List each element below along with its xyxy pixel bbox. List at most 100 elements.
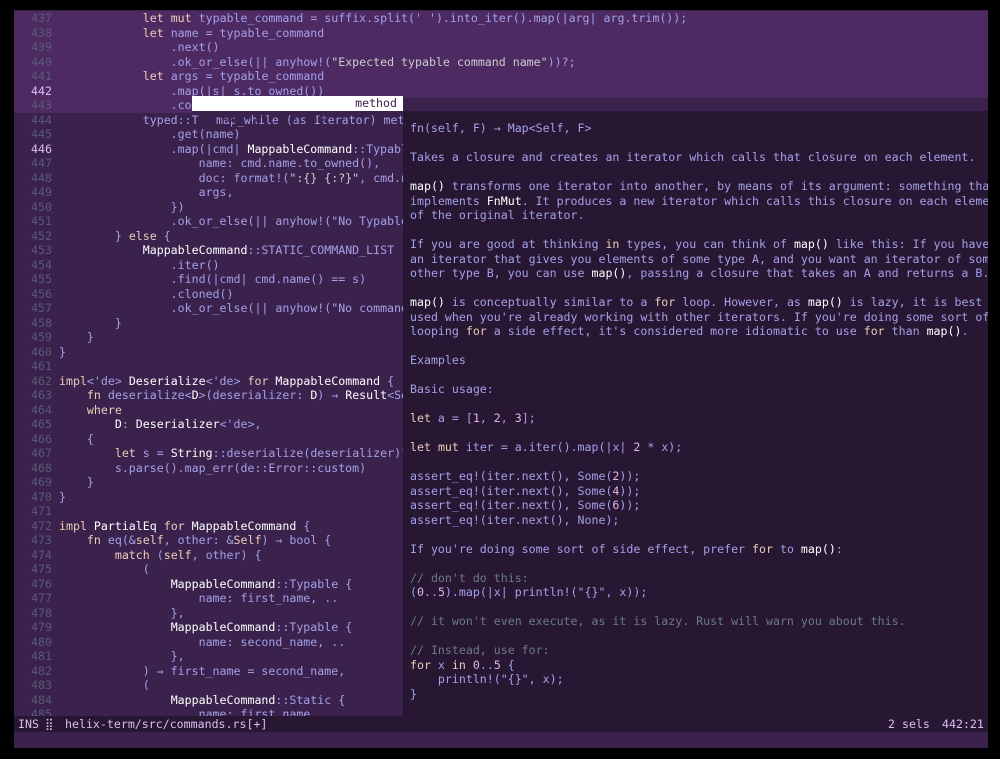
line-number: 476 [31, 576, 52, 591]
code-text[interactable]: args, [59, 185, 234, 200]
code-text[interactable]: } [59, 490, 66, 505]
line-number: 464 [31, 402, 52, 417]
code-text[interactable]: where [59, 403, 122, 418]
code-text[interactable]: let s = String::deserialize(deserializer… [59, 446, 415, 461]
lsp-spinner-icon: ⣿ [45, 717, 54, 731]
code-text[interactable]: .ok_or_else(|| anyhow!("No TypableC [59, 214, 415, 229]
doc-line: map() transforms one iterator into anoth… [410, 179, 988, 193]
line-number: 456 [31, 286, 52, 301]
code-text[interactable]: } [59, 330, 94, 345]
line-number: 472 [31, 518, 52, 533]
code-text[interactable]: MappableCommand::Typable { [59, 577, 352, 592]
code-text[interactable]: typed::T [59, 113, 199, 128]
line-number: 474 [31, 547, 52, 562]
code-text[interactable]: } [59, 316, 122, 331]
code-text[interactable]: .find(|cmd| cmd.name() == s) [59, 272, 366, 287]
line-number: 466 [31, 431, 52, 446]
line-number: 449 [31, 185, 52, 199]
code-text[interactable]: fn eq(&self, other: &Self) → bool { [59, 533, 331, 548]
doc-line: // don't do this: [410, 570, 529, 585]
code-text[interactable]: { [59, 432, 94, 447]
cursor-position: 442:21 [942, 717, 984, 731]
code-text[interactable]: }) [59, 200, 185, 215]
code-text[interactable]: .ok_or_else(|| anyhow!("No command [59, 301, 408, 316]
code-text[interactable]: .iter() [59, 258, 220, 273]
code-text[interactable]: .ok_or_else(|| anyhow!("Expected typable… [59, 55, 576, 70]
line-number: 458 [31, 315, 52, 330]
line-number: 479 [31, 620, 52, 634]
code-text[interactable]: } else { [59, 229, 171, 244]
doc-line: other type B, you can use map(), passing… [410, 266, 988, 280]
code-line[interactable]: 437 let mut typable_command = suffix.spl… [14, 11, 988, 26]
code-text[interactable]: name: first_name, .. [59, 707, 339, 716]
code-line[interactable]: 441 let args = typable_command [14, 69, 988, 84]
code-text[interactable]: match (self, other) { [59, 548, 262, 563]
code-text[interactable]: let mut typable_command = suffix.split('… [59, 11, 687, 26]
line-number: 478 [31, 605, 52, 620]
line-number: 467 [31, 446, 52, 460]
code-text[interactable]: MappableCommand::STATIC_COMMAND_LIST [59, 243, 394, 258]
line-number: 445 [31, 127, 52, 141]
code-text[interactable]: MappableCommand::Static { [59, 693, 346, 708]
code-text[interactable]: }, [59, 649, 185, 664]
line-number: 483 [31, 678, 52, 692]
line-number: 439 [31, 40, 52, 54]
code-text[interactable]: impl<'de> Deserialize<'de> for MappableC… [59, 374, 394, 389]
code-text[interactable]: D: Deserializer<'de>, [59, 417, 262, 432]
code-line[interactable]: 440 .ok_or_else(|| anyhow!("Expected typ… [14, 54, 988, 70]
line-number: 455 [31, 272, 52, 286]
code-text[interactable]: doc: format!(":{} {:?}", cmd.na [59, 171, 415, 186]
code-text[interactable]: name: first_name, .. [59, 591, 339, 606]
helix-editor-window: 437 let mut typable_command = suffix.spl… [14, 10, 988, 748]
line-number: 473 [31, 533, 52, 547]
code-text[interactable]: let args = typable_command [59, 69, 325, 84]
code-text[interactable]: .map(|cmd| MappableCommand::Typable [59, 142, 415, 157]
line-number: 477 [31, 591, 52, 605]
line-number: 453 [31, 243, 52, 257]
code-text[interactable]: ( [59, 562, 150, 577]
status-line: INS ⣿ helix-term/src/commands.rs[+] 2 se… [14, 716, 988, 732]
line-number: 469 [31, 475, 52, 489]
code-text[interactable]: } [59, 475, 94, 490]
line-number: 468 [31, 460, 52, 475]
code-text[interactable]: let name = typable_command [59, 26, 325, 41]
doc-line: If you are good at thinking in types, yo… [410, 237, 988, 251]
line-number: 470 [31, 489, 52, 504]
line-number: 446 [31, 141, 52, 156]
code-line[interactable]: 443 .col [14, 98, 199, 113]
code-line[interactable]: 439 .next() [14, 40, 988, 55]
line-number: 485 [31, 707, 52, 716]
mode-indicator: INS [18, 717, 39, 731]
code-text[interactable]: ) ⇒ first_name = second_name, [59, 664, 345, 679]
line-number: 450 [31, 199, 52, 214]
code-text[interactable]: } [59, 345, 66, 360]
doc-line: Takes a closure and creates an iterator … [410, 150, 976, 164]
completion-menu[interactable]: map (as Iterator) method [192, 96, 403, 125]
documentation-popup: fn(self, F) → Map<Self, F> Takes a closur… [403, 111, 988, 716]
code-line[interactable]: 438 let name = typable_command [14, 25, 988, 41]
doc-line: assert_eq!(iter.next(), Some(6)); [410, 498, 641, 512]
doc-line: println!("{}", x); [410, 672, 564, 686]
code-text[interactable]: MappableCommand::Typable { [59, 620, 352, 635]
code-text[interactable]: name: second_name, .. [59, 635, 346, 650]
code-line[interactable]: 442 .map(|s| s.to_owned()) [14, 83, 988, 98]
code-text[interactable]: ( [59, 678, 150, 693]
completion-item-label[interactable]: map (as Iterator) [220, 111, 339, 125]
line-number: 462 [31, 373, 52, 388]
code-text[interactable]: .cloned() [59, 287, 234, 302]
doc-line: let mut iter = a.iter().map(|x| 2 * x); [410, 440, 683, 454]
code-text[interactable]: impl PartialEq for MappableCommand { [59, 519, 310, 534]
line-number: 451 [31, 214, 52, 228]
code-text[interactable]: s.parse().map_err(de::Error::custom) [59, 461, 366, 476]
code-text[interactable]: .next() [59, 40, 220, 55]
code-text[interactable]: .get(name) [59, 127, 241, 142]
code-text[interactable]: name: cmd.name.to_owned(), [59, 156, 381, 171]
command-line[interactable] [14, 732, 988, 748]
code-text[interactable]: }, [59, 606, 185, 621]
line-number: 454 [31, 257, 52, 272]
line-number: 441 [31, 69, 52, 83]
doc-line: } [410, 686, 417, 701]
code-text[interactable]: .col [59, 98, 199, 113]
line-number: 448 [31, 170, 52, 185]
code-text[interactable]: fn deserialize<D>(deserializer: D) → Res… [59, 388, 408, 403]
